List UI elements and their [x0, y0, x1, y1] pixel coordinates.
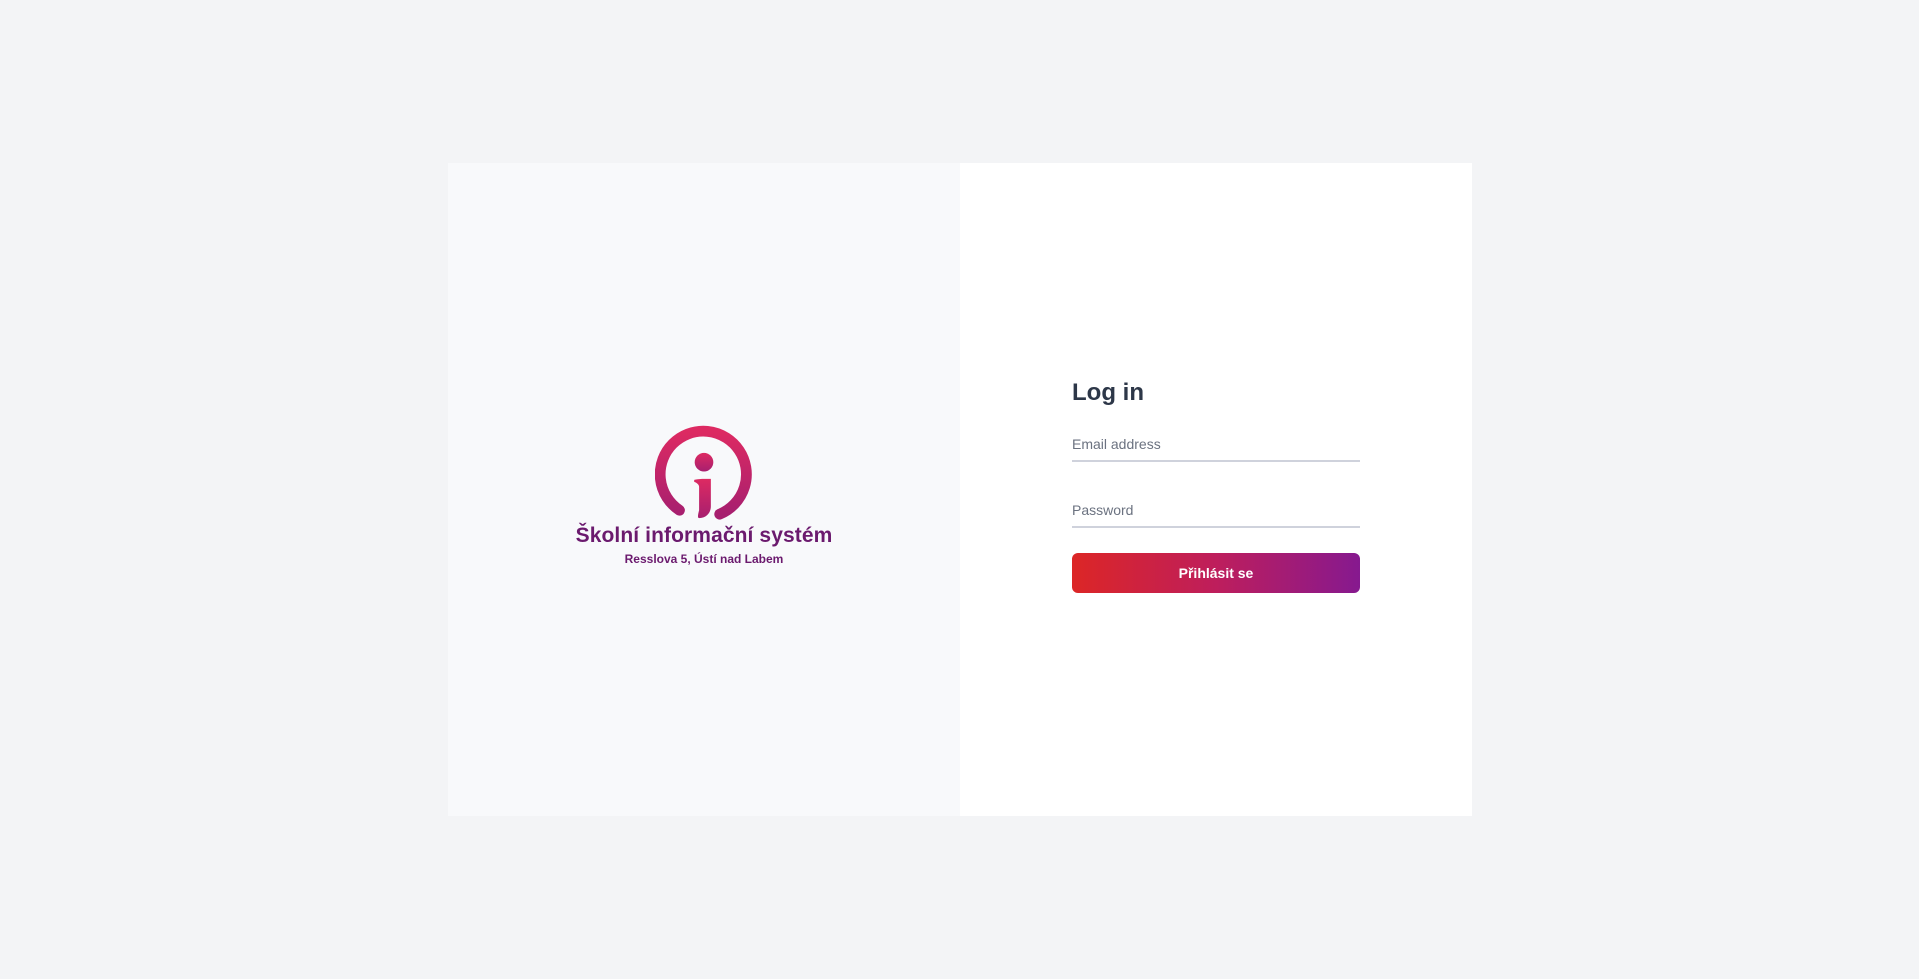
login-button[interactable]: Přihlásit se	[1072, 553, 1360, 593]
school-address: Resslova 5, Ústí nad Labem	[624, 551, 784, 566]
brand-panel: Školní informační systém Resslova 5, Úst…	[448, 163, 960, 816]
brand-block: Školní informační systém Resslova 5, Úst…	[576, 424, 833, 566]
password-field[interactable]	[1072, 496, 1360, 530]
email-field-wrapper	[1072, 430, 1360, 464]
email-field[interactable]	[1072, 430, 1360, 464]
login-title: Log in	[1072, 379, 1144, 406]
password-field-wrapper	[1072, 496, 1360, 530]
info-circle-logo-icon	[655, 425, 752, 520]
login-card: Školní informační systém Resslova 5, Úst…	[448, 163, 1472, 816]
login-panel: Log in Přihlásit se	[960, 163, 1472, 816]
login-form: Log in Přihlásit se	[1072, 378, 1360, 593]
school-name: Školní informační systém	[575, 523, 833, 547]
